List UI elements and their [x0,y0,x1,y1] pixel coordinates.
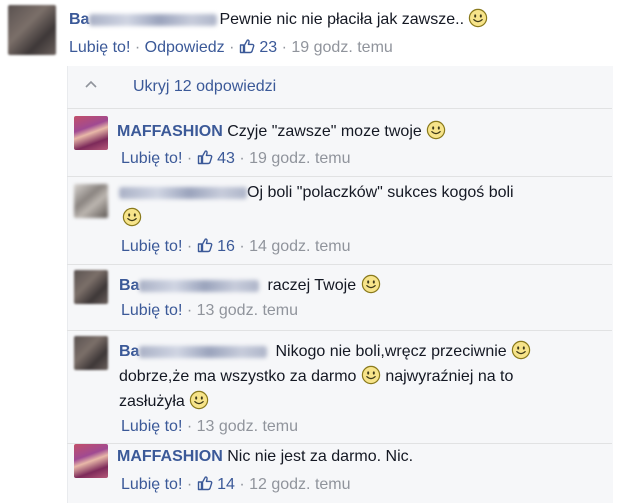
separator: · [186,418,197,435]
avatar[interactable] [74,336,108,370]
thumbs-up-icon [197,237,213,253]
timestamp[interactable]: 12 godz. temu [249,476,350,493]
like-count[interactable]: 23 [259,39,277,56]
comment-author[interactable]: MAFFASHION [117,123,223,140]
avatar[interactable] [8,5,56,55]
timestamp[interactable]: 13 godz. temu [197,302,298,319]
separator: · [229,39,239,56]
avatar[interactable] [74,184,108,218]
comment-text: zasłużyła [119,393,185,410]
reply-body: Oj boli "polaczków" sukces kogoś boli [119,184,514,202]
comment-text: dobrze,że ma wszystko za darmo [119,368,357,385]
main-comment-body: Ba Pewnie nic nie płaciła jak zawsze.. [69,8,488,29]
thumbs-up-icon [239,38,255,54]
smiley-icon [426,120,446,140]
divider [67,330,612,331]
smiley-icon [189,390,209,410]
comment-author[interactable]: Ba [69,11,89,28]
avatar[interactable] [74,116,108,150]
comment-author[interactable]: MAFFASHION [117,448,223,465]
like-link[interactable]: Lubię to! [121,238,182,255]
reply-actions: Lubię to! · 13 godz. temu [121,302,298,320]
timestamp[interactable]: 19 godz. temu [291,39,392,56]
like-link[interactable]: Lubię to! [121,476,182,493]
comment-text: Czyje "zawsze" moze twoje [227,123,422,140]
reply-body-line: zasłużyła [119,390,209,411]
separator: · [239,150,250,167]
separator: · [186,476,197,493]
thumbs-up-icon [197,149,213,165]
reply-body: MAFFASHION Nic nie jest za darmo. Nic. [117,448,413,466]
separator: · [281,39,292,56]
hide-replies-link[interactable]: Ukryj 12 odpowiedzi [133,78,276,96]
separator: · [186,150,197,167]
timestamp[interactable]: 19 godz. temu [249,150,350,167]
like-link[interactable]: Lubię to! [121,150,182,167]
like-count[interactable]: 16 [217,238,235,255]
comment-author[interactable]: Ba [119,343,139,360]
comment-text: raczej Twoje [267,277,357,294]
like-link[interactable]: Lubię to! [69,39,130,56]
comment-text: Nic nie jest za darmo. Nic. [227,448,414,465]
like-link[interactable]: Lubię to! [121,418,182,435]
reply-actions: Lubię to! · 14 · 12 godz. temu [121,475,351,494]
reply-link[interactable]: Odpowiedz [145,39,225,56]
blurred-name [119,186,247,199]
blurred-name [139,345,268,358]
reply-body: Ba Nikogo nie boli,wręcz przeciwnie [119,340,531,361]
like-link[interactable]: Lubię to! [121,302,182,319]
comment-text: Pewnie nic nie płaciła jak zawsze.. [219,11,465,28]
thumbs-up-icon [197,475,213,491]
timestamp[interactable]: 13 godz. temu [197,418,298,435]
smiley-icon [511,340,531,360]
comment-text: Oj boli "polaczków" sukces kogoś boli [247,184,514,201]
reply-actions: Lubię to! · 16 · 14 godz. temu [121,237,351,256]
smiley-icon [122,207,142,228]
comment-text: najwyraźniej na to [385,368,514,385]
reply-actions: Lubię to! · 43 · 19 godz. temu [121,149,351,168]
separator: · [134,39,145,56]
divider [67,176,612,177]
timestamp[interactable]: 14 godz. temu [249,238,350,255]
avatar[interactable] [74,270,108,304]
separator: · [186,238,197,255]
main-comment-actions: Lubię to! · Odpowiedz · 23 · 19 godz. te… [69,38,393,57]
reply-body-line: dobrze,że ma wszystko za darmo najwyraźn… [119,365,513,386]
like-count[interactable]: 14 [217,476,235,493]
comment-author[interactable]: Ba [119,277,139,294]
reply-actions: Lubię to! · 13 godz. temu [121,418,298,436]
blurred-name [89,13,218,26]
smiley-icon [468,8,488,28]
separator: · [186,302,197,319]
blurred-name [139,279,260,292]
comment-text: Nikogo nie boli,wręcz przeciwnie [275,343,507,360]
divider [67,264,612,265]
divider [67,108,612,109]
avatar[interactable] [74,444,108,478]
smiley-icon [361,365,381,385]
like-count[interactable]: 43 [217,150,235,167]
chevron-up-icon[interactable] [84,76,98,94]
reply-body: Ba raczej Twoje [119,274,381,295]
smiley-icon [361,274,381,294]
separator: · [239,238,250,255]
separator: · [239,476,250,493]
divider [67,443,612,444]
reply-body: MAFFASHION Czyje "zawsze" moze twoje [117,120,446,141]
